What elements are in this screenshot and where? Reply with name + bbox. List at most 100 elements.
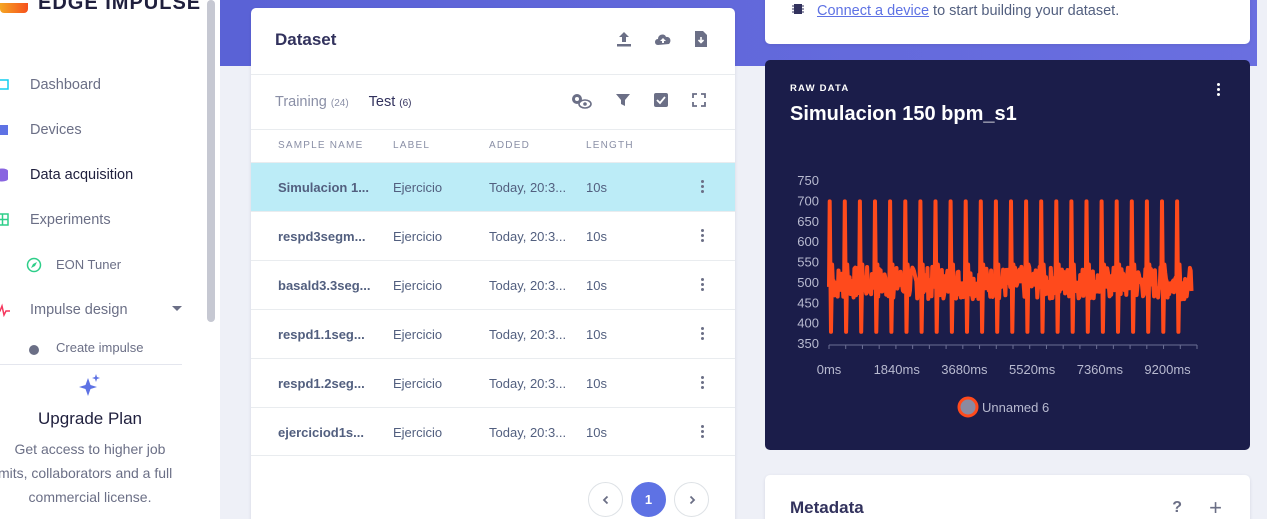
sidebar-item-dashboard[interactable]: Dashboard — [0, 62, 200, 107]
tab-label: Training — [275, 94, 327, 110]
upgrade-description: Get access to higher job limits, collabo… — [0, 437, 180, 509]
x-tick-label: 7360ms — [1077, 362, 1124, 377]
sidebar-item-label: Dashboard — [30, 76, 101, 93]
row-menu-icon[interactable] — [701, 278, 705, 293]
sidebar-item-impulse-design[interactable]: Impulse design — [0, 287, 200, 332]
sample-added: Today, 20:3... — [489, 180, 567, 195]
y-tick-label: 550 — [797, 255, 819, 270]
page-scrollbar[interactable] — [1257, 0, 1267, 519]
cloud-upload-icon[interactable] — [653, 30, 673, 53]
tab-count: (6) — [399, 98, 412, 109]
connect-device-link[interactable]: Connect a device — [817, 3, 929, 19]
y-tick-label: 700 — [797, 193, 819, 208]
table-row[interactable]: respd1.2seg... Ejercicio Today, 20:3... … — [251, 358, 735, 407]
sample-label: Ejercicio — [393, 327, 443, 342]
connect-message: Connect a device to start building your … — [791, 2, 1119, 20]
sidebar-item-create-impulse[interactable]: Create impulse — [0, 332, 200, 362]
sidebar-item-data-acquisition[interactable]: Data acquisition — [0, 152, 200, 197]
sidebar-scrollbar[interactable] — [207, 0, 215, 322]
dataset-tabs: Training (24) Test (6) — [275, 94, 411, 110]
legend-marker[interactable] — [957, 396, 979, 418]
chevron-down-icon[interactable] — [172, 306, 182, 311]
export-icon[interactable] — [693, 30, 709, 53]
upgrade-line: limits, collaborators and a full — [0, 465, 173, 481]
upgrade-title[interactable]: Upgrade Plan — [0, 409, 180, 429]
filter-icon[interactable] — [615, 92, 631, 115]
upload-icon[interactable] — [615, 30, 633, 53]
tab-label: Test — [368, 94, 396, 110]
sidebar-item-experiments[interactable]: Experiments — [0, 197, 200, 242]
row-menu-icon[interactable] — [701, 180, 705, 195]
sidebar-item-label: Create impulse — [56, 339, 144, 355]
logo[interactable]: EDGE IMPULSE — [0, 0, 201, 14]
sparkle-icon — [0, 372, 180, 405]
table-row[interactable]: respd1.1seg... Ejercicio Today, 20:3... … — [251, 309, 735, 358]
legend-label[interactable]: Unnamed 6 — [982, 400, 1049, 415]
bullet-icon — [26, 339, 56, 355]
grid-icon — [0, 212, 30, 227]
tab-training[interactable]: Training (24) — [275, 94, 349, 110]
sample-label: Ejercicio — [393, 278, 443, 293]
row-menu-icon[interactable] — [701, 229, 705, 244]
logo-mark — [0, 3, 28, 13]
sidebar-item-devices[interactable]: Devices — [0, 107, 200, 152]
brand-name: EDGE IMPULSE — [38, 0, 202, 14]
chevron-right-icon — [689, 495, 695, 504]
table-row[interactable]: Simulacion 1... Ejercicio Today, 20:3...… — [251, 162, 735, 211]
series-line — [827, 199, 1194, 334]
row-menu-icon[interactable] — [701, 425, 705, 440]
sidebar-item-label: Experiments — [30, 211, 111, 228]
y-tick-label: 450 — [797, 295, 819, 310]
help-icon[interactable]: ? — [1172, 499, 1182, 517]
row-menu-icon[interactable] — [701, 376, 705, 391]
connect-rest-text: to start building your dataset. — [933, 3, 1120, 19]
column-header-label[interactable]: LABEL — [393, 140, 430, 151]
sidebar-item-label: EON Tuner — [56, 257, 122, 272]
upgrade-line: commercial license. — [28, 489, 152, 505]
next-page-button[interactable] — [674, 482, 709, 517]
dataset-actions — [615, 30, 709, 53]
sidebar-divider — [0, 364, 182, 365]
sample-length: 10s — [586, 425, 607, 440]
column-header-sample-name[interactable]: SAMPLE NAME — [278, 140, 363, 151]
expand-icon[interactable] — [691, 92, 707, 115]
column-header-added[interactable]: ADDED — [489, 140, 530, 151]
x-tick-label: 9200ms — [1144, 362, 1191, 377]
sidebar-item-eon-tuner[interactable]: EON Tuner — [0, 242, 200, 287]
metadata-card: Metadata ? + — [765, 475, 1250, 519]
sample-length: 10s — [586, 180, 607, 195]
table-row[interactable]: respd3segm... Ejercicio Today, 20:3... 1… — [251, 211, 735, 260]
settings-eye-icon[interactable] — [569, 92, 593, 115]
table-row[interactable]: basald3.3seg... Ejercicio Today, 20:3...… — [251, 260, 735, 309]
upgrade-panel: Upgrade Plan Get access to higher job li… — [0, 372, 180, 509]
sample-length: 10s — [586, 229, 607, 244]
prev-page-button[interactable] — [588, 482, 623, 517]
x-tick-label: 1840ms — [874, 362, 921, 377]
table-row[interactable]: ejerciciod1s... Ejercicio Today, 20:3...… — [251, 407, 735, 456]
y-tick-label: 600 — [797, 234, 819, 249]
tab-count: (24) — [330, 98, 349, 109]
chip-icon — [0, 123, 30, 137]
y-tick-label: 750 — [797, 173, 819, 188]
chip-icon — [791, 2, 805, 20]
metadata-title: Metadata — [790, 498, 864, 517]
add-metadata-button[interactable]: + — [1209, 495, 1222, 519]
chevron-left-icon — [602, 495, 608, 504]
checkbox-icon[interactable] — [653, 92, 669, 115]
raw-data-chart[interactable]: 750 700 650 600 550 500 450 400 350 0ms 1840ms 368… — [765, 60, 1250, 450]
page-button-current[interactable]: 1 — [631, 482, 666, 517]
tab-test[interactable]: Test (6) — [369, 94, 412, 110]
sample-label: Ejercicio — [393, 229, 443, 244]
column-header-length[interactable]: LENGTH — [586, 140, 634, 151]
table-tools — [569, 92, 707, 115]
sidebar-item-label: Impulse design — [30, 301, 128, 318]
sidebar-nav: Dashboard Devices Data acquisition Exper… — [0, 62, 200, 362]
sample-label: Ejercicio — [393, 425, 443, 440]
row-menu-icon[interactable] — [701, 327, 705, 342]
sidebar-item-label: Data acquisition — [30, 166, 134, 183]
sample-added: Today, 20:3... — [489, 425, 567, 440]
sample-length: 10s — [586, 376, 607, 391]
x-tick-label: 3680ms — [941, 362, 988, 377]
connect-device-card: Connect a device to start building your … — [765, 0, 1250, 44]
sample-name: basald3.3seg... — [278, 278, 371, 293]
